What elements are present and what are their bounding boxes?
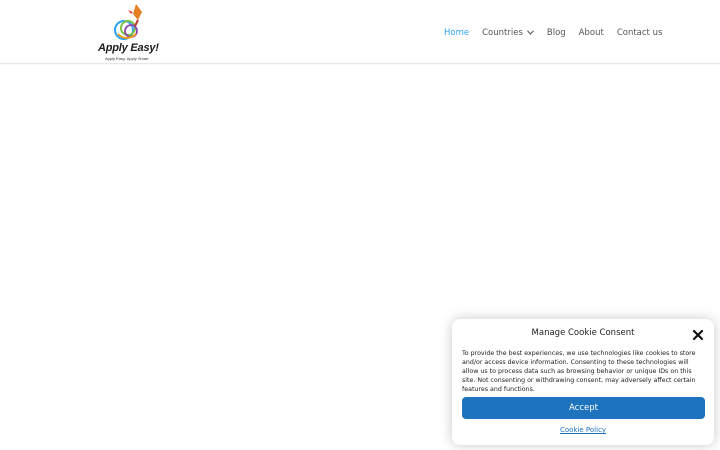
close-icon[interactable] [692,326,704,341]
nav-home-label: Home [444,28,470,38]
rocket-swirl-logo [114,4,142,40]
cookie-policy-link[interactable]: Cookie Policy [452,426,714,434]
nav-countries[interactable]: Countries [482,28,534,38]
accept-button[interactable]: Accept [462,397,705,419]
logo-tagline: Apply Easy, Apply Smart [105,56,149,61]
nav-blog[interactable]: Blog [547,28,566,38]
nav-about-label: About [578,28,604,38]
nav-countries-label: Countries [482,28,523,38]
logo-title: Apply Easy! [98,42,159,54]
nav-contact[interactable]: Contact us [617,28,663,38]
main-nav: Home Countries Blog About Contact us [444,26,662,40]
nav-about[interactable]: About [579,28,604,38]
nav-blog-label: Blog [546,28,566,38]
cookie-consent-dialog: Manage Cookie Consent To provide the bes… [452,319,714,445]
nav-home[interactable]: Home [444,28,469,38]
site-logo[interactable]: Apply Easy! Apply Easy, Apply Smart [98,2,162,62]
chevron-down-icon [526,29,534,37]
site-header: Apply Easy! Apply Easy, Apply Smart Home… [0,0,720,64]
consent-body: To provide the best experiences, we use … [462,350,696,393]
nav-contact-label: Contact us [616,28,663,38]
consent-title: Manage Cookie Consent [531,328,635,338]
